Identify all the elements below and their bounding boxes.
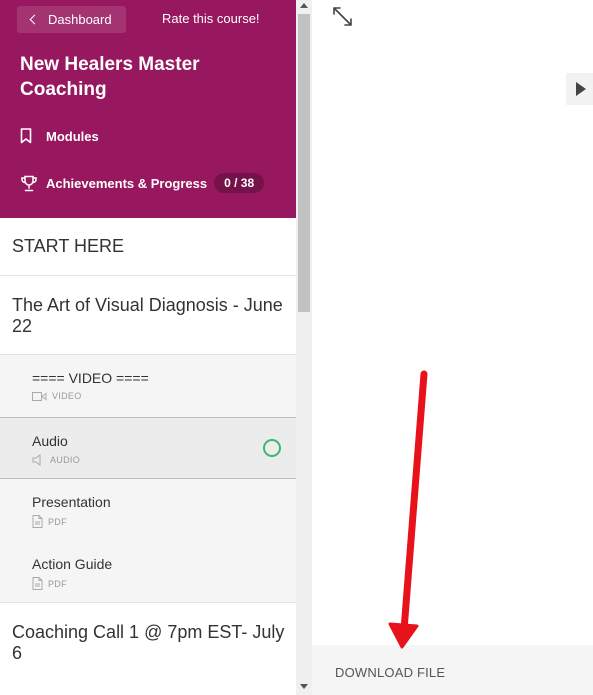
- section-start-here[interactable]: START HERE: [0, 218, 296, 276]
- lesson-type-label: PDF: [48, 516, 67, 527]
- lesson-type: PDF: [32, 515, 67, 528]
- section-title: START HERE: [12, 236, 125, 256]
- lesson-title: Action Guide: [32, 556, 113, 572]
- trophy-icon: [20, 175, 46, 192]
- modules-label: Modules: [46, 128, 99, 144]
- scroll-thumb[interactable]: [298, 14, 310, 312]
- play-arrow-icon: [576, 82, 586, 96]
- next-lesson-button[interactable]: [566, 73, 593, 105]
- rate-course-link[interactable]: Rate this course!: [162, 11, 260, 26]
- progress-badge: 0 / 38: [214, 173, 265, 193]
- video-icon: [32, 391, 47, 401]
- achievements-link[interactable]: Achievements & Progress 0 / 38: [20, 173, 265, 193]
- modules-link[interactable]: Modules: [20, 128, 99, 144]
- lesson-type: AUDIO: [32, 454, 80, 466]
- completion-status-icon[interactable]: [263, 439, 281, 457]
- bookmark-icon: [20, 128, 46, 144]
- lesson-presentation[interactable]: Presentation PDF: [0, 479, 296, 541]
- download-file-link[interactable]: DOWNLOAD FILE: [335, 665, 445, 680]
- lesson-type: PDF: [32, 577, 67, 590]
- audio-icon: [32, 454, 41, 466]
- lesson-type-label: AUDIO: [50, 455, 81, 465]
- lesson-type: VIDEO: [32, 391, 82, 401]
- lesson-title: Audio: [32, 433, 68, 449]
- lesson-title: Presentation: [32, 494, 111, 510]
- lesson-action-guide[interactable]: Action Guide PDF: [0, 541, 296, 603]
- section-title: The Art of Visual Diagnosis - June 22: [12, 295, 283, 336]
- lesson-type-label: VIDEO: [52, 391, 82, 401]
- download-bar: DOWNLOAD FILE: [312, 645, 593, 695]
- lesson-type-label: PDF: [48, 578, 67, 589]
- section-title: Coaching Call 1 @ 7pm EST- July 6: [12, 622, 285, 663]
- chevron-left-icon: [29, 14, 40, 25]
- section-coaching-call[interactable]: Coaching Call 1 @ 7pm EST- July 6: [0, 603, 296, 685]
- expand-icon[interactable]: [332, 6, 354, 33]
- achievements-label: Achievements & Progress: [46, 175, 208, 191]
- scroll-down-icon[interactable]: [300, 684, 308, 689]
- dashboard-label: Dashboard: [48, 12, 112, 27]
- dashboard-button[interactable]: Dashboard: [17, 6, 126, 33]
- sidebar-scrollbar[interactable]: [296, 0, 312, 695]
- course-header: Dashboard Rate this course! New Healers …: [0, 0, 296, 218]
- pdf-icon: [32, 577, 43, 590]
- course-sidebar: Dashboard Rate this course! New Healers …: [0, 0, 296, 695]
- lesson-video[interactable]: ==== VIDEO ==== VIDEO: [0, 355, 296, 417]
- content-area: DOWNLOAD FILE: [312, 0, 593, 695]
- lesson-title: ==== VIDEO ====: [32, 370, 149, 386]
- course-title: New Healers Master Coaching: [20, 54, 200, 100]
- lesson-audio[interactable]: Audio AUDIO: [0, 417, 296, 479]
- scroll-up-icon[interactable]: [300, 3, 308, 8]
- section-art-of-visual-diagnosis[interactable]: The Art of Visual Diagnosis - June 22: [0, 276, 296, 355]
- module-list: START HERE The Art of Visual Diagnosis -…: [0, 218, 296, 685]
- pdf-icon: [32, 515, 43, 528]
